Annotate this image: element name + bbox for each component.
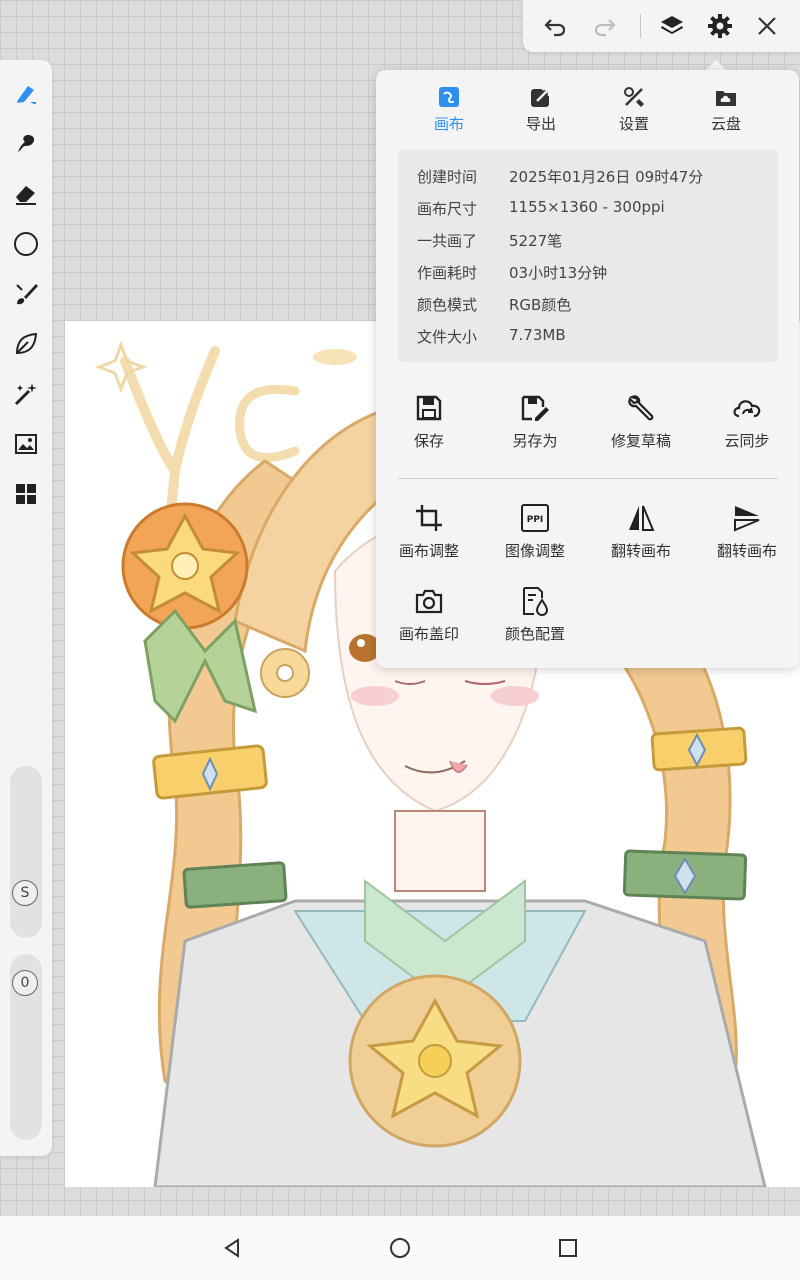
cloud-sync-icon (702, 392, 792, 424)
canvas-adjust-button[interactable]: 画布调整 (384, 502, 474, 561)
canvas-stamp-label: 画布盖印 (398, 625, 459, 643)
tab-export-label: 导出 (525, 115, 556, 133)
info-key: 一共画了 (417, 232, 478, 250)
toolbar-separator (640, 14, 641, 38)
shape-circle-tool-icon[interactable] (8, 226, 44, 262)
home-icon[interactable] (384, 1232, 416, 1264)
info-key: 颜色模式 (417, 296, 478, 314)
crop-icon (384, 502, 474, 534)
brush-size-knob[interactable]: S (12, 880, 38, 906)
tab-cloud-drive-label: 云盘 (710, 115, 741, 133)
info-key: 文件大小 (417, 328, 478, 346)
repair-wrench-icon (596, 392, 686, 424)
tab-cloud-drive[interactable]: 云盘 (686, 84, 766, 134)
flip-canvas-horizontal-button[interactable]: 翻转画布 (596, 502, 686, 561)
redo-icon[interactable] (589, 10, 621, 42)
flip-canvas-vertical-button[interactable]: 翻转画布 (702, 502, 792, 561)
back-icon[interactable] (216, 1232, 248, 1264)
save-icon (384, 392, 474, 424)
image-adjust-label: 图像调整 (504, 542, 565, 560)
canvas-icon (409, 84, 489, 110)
image-adjust-button[interactable]: PPI 图像调整 (490, 502, 580, 561)
info-key: 作画耗时 (417, 264, 478, 282)
tab-export[interactable]: 导出 (501, 84, 581, 134)
flip-vertical-icon (702, 502, 792, 534)
ppi-icon: PPI (490, 502, 580, 534)
info-row-duration: 作画耗时 03小时13分钟 (417, 262, 607, 286)
info-row-created: 创建时间 2025年01月26日 09时47分 (417, 166, 703, 190)
brush-tool-icon[interactable] (8, 276, 44, 312)
info-key: 画布尺寸 (417, 200, 478, 218)
color-profile-icon (490, 585, 580, 617)
undo-icon[interactable] (539, 10, 571, 42)
cloud-sync-label: 云同步 (724, 432, 770, 450)
canvas-info-popup: 画布 导出 设置 云盘 创建时间 2025年01月26日 09时47分 画布尺寸… (376, 70, 799, 668)
eraser-tool-icon[interactable] (8, 176, 44, 212)
info-row-strokes: 一共画了 5227笔 (417, 230, 562, 254)
save-label: 保存 (413, 432, 444, 450)
tab-canvas-label: 画布 (433, 115, 464, 133)
popup-arrow (706, 60, 726, 70)
info-row-canvas-size: 画布尺寸 1155×1360 - 300ppi (417, 198, 665, 222)
tab-settings-label: 设置 (618, 115, 649, 133)
tool-sidebar: S 0 (0, 60, 52, 1156)
brush-size-slider[interactable] (10, 766, 42, 938)
flip-canvas-horizontal-label: 翻转画布 (610, 542, 671, 560)
info-value: 7.73MB (509, 326, 566, 344)
cloud-sync-button[interactable]: 云同步 (702, 392, 792, 451)
save-as-button[interactable]: 另存为 (490, 392, 580, 451)
magic-wand-icon[interactable] (8, 376, 44, 412)
info-row-color-mode: 颜色模式 RGB颜色 (417, 294, 571, 318)
recents-icon[interactable] (552, 1232, 584, 1264)
leaf-brush-icon[interactable] (8, 326, 44, 362)
tab-settings[interactable]: 设置 (594, 84, 674, 134)
system-nav-bar (0, 1216, 800, 1280)
layout-grid-icon[interactable] (8, 476, 44, 512)
tab-canvas[interactable]: 画布 (409, 84, 489, 134)
flip-canvas-vertical-label: 翻转画布 (716, 542, 777, 560)
top-toolbar (523, 0, 800, 52)
save-as-icon (490, 392, 580, 424)
color-profile-label: 颜色配置 (504, 625, 565, 643)
info-value: RGB颜色 (509, 296, 572, 314)
save-button[interactable]: 保存 (384, 392, 474, 451)
flip-horizontal-icon (596, 502, 686, 534)
camera-stamp-icon (384, 585, 474, 617)
close-icon[interactable] (751, 10, 783, 42)
info-key: 创建时间 (417, 168, 478, 186)
gear-icon[interactable] (704, 10, 736, 42)
cloud-drive-icon (686, 84, 766, 110)
info-value: 03小时13分钟 (509, 264, 608, 282)
canvas-stamp-button[interactable]: 画布盖印 (384, 585, 474, 644)
info-row-file-size: 文件大小 7.73MB (417, 326, 566, 350)
brush-opacity-knob[interactable]: 0 (12, 970, 38, 996)
image-adjust-icon[interactable] (8, 426, 44, 462)
smudge-tool-icon[interactable] (8, 126, 44, 162)
canvas-info-box: 创建时间 2025年01月26日 09时47分 画布尺寸 1155×1360 -… (398, 150, 778, 362)
repair-draft-button[interactable]: 修复草稿 (596, 392, 686, 451)
layers-icon[interactable] (656, 10, 688, 42)
canvas-adjust-label: 画布调整 (398, 542, 459, 560)
info-value: 1155×1360 - 300ppi (509, 198, 665, 216)
repair-draft-label: 修复草稿 (610, 432, 671, 450)
export-icon (501, 84, 581, 110)
info-value: 5227笔 (509, 232, 563, 250)
ppi-glyph: PPI (527, 515, 544, 525)
settings-tools-icon (594, 84, 674, 110)
save-as-label: 另存为 (512, 432, 558, 450)
pen-tool-icon[interactable] (8, 76, 44, 112)
action-divider (398, 478, 778, 479)
info-value: 2025年01月26日 09时47分 (509, 168, 704, 186)
color-profile-button[interactable]: 颜色配置 (490, 585, 580, 644)
